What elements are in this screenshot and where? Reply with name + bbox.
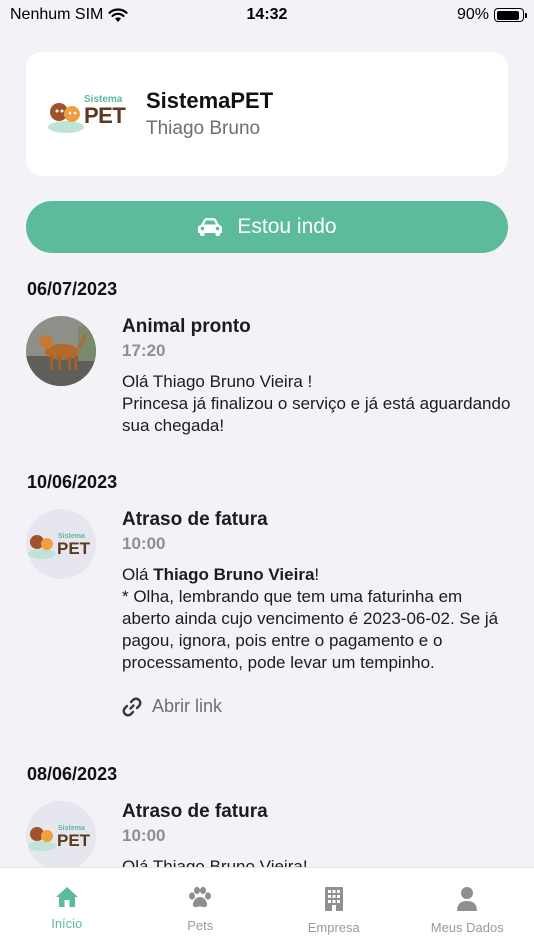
logo-text-main: PET (84, 103, 126, 128)
notification-feed[interactable]: 06/07/2023 Animal pronto 17:20 Olá Thiag… (0, 270, 534, 867)
notification-time: 10:00 (122, 826, 166, 845)
carrier-label: Nenhum SIM (10, 6, 104, 23)
tab-empresa-label: Empresa (307, 920, 360, 935)
open-link-label: Abrir link (152, 696, 223, 716)
notification-message: Olá Thiago Bruno Vieira ! Princesa já fi… (122, 372, 511, 435)
home-icon (55, 887, 78, 907)
link-icon (122, 697, 142, 716)
paw-icon (189, 886, 212, 908)
notification-message: Olá Thiago Bruno Vieira! (122, 857, 308, 867)
sistemapet-logo-icon: Sistema PET (28, 825, 91, 851)
sistemapet-logo: Sistema PET (46, 94, 130, 134)
company-info: SistemaPET Thiago Bruno (146, 88, 273, 140)
notification-content: Animal pronto 17:20 Olá Thiago Bruno Vie… (122, 316, 512, 437)
building-icon (324, 887, 343, 911)
battery-icon (494, 8, 527, 22)
svg-text:PET: PET (57, 831, 91, 850)
tab-pets-label: Pets (187, 918, 214, 933)
estou-indo-label: Estou indo (237, 215, 337, 238)
notification-content: Atraso de fatura 10:00 Olá Thiago Bruno … (122, 801, 512, 867)
sistemapet-avatar: Sistema PET (26, 801, 96, 867)
message-bold-name: Thiago Bruno Vieira (153, 565, 315, 584)
notification-content: Atraso de fatura 10:00 Olá Thiago Bruno … (122, 509, 512, 717)
notification-title: Atraso de fatura (122, 801, 268, 822)
estou-indo-button[interactable]: Estou indo (26, 201, 508, 253)
battery-percent: 90% (456, 6, 489, 23)
date-heading: 06/07/2023 (27, 279, 118, 299)
tab-inicio-label: Início (51, 916, 83, 931)
message-prefix: Olá (122, 565, 154, 584)
open-link-button[interactable]: Abrir link (122, 696, 512, 717)
status-bar: Nenhum SIM 14:32 90% (0, 0, 534, 30)
user-name: Thiago Bruno (146, 118, 261, 139)
dog-avatar (26, 316, 96, 386)
user-icon (457, 887, 478, 911)
wifi-icon (108, 7, 128, 22)
dog-photo-icon (26, 316, 96, 386)
svg-text:PET: PET (57, 539, 91, 558)
status-right: 90% (456, 6, 527, 24)
car-icon (198, 218, 223, 236)
notification-item[interactable]: Sistema PET Atraso de fatura 10:00 Olá T… (0, 509, 534, 717)
notification-message: Olá Thiago Bruno Vieira! * Olha, lembran… (122, 564, 512, 674)
status-left: Nenhum SIM (10, 6, 128, 24)
date-heading: 10/06/2023 (27, 472, 118, 492)
notification-item[interactable]: Sistema PET Atraso de fatura 10:00 Olá T… (0, 801, 534, 867)
tab-inicio[interactable]: Início (0, 868, 134, 950)
company-name: SistemaPET (146, 88, 274, 113)
notification-item[interactable]: Animal pronto 17:20 Olá Thiago Bruno Vie… (0, 316, 534, 437)
sistemapet-avatar: Sistema PET (26, 509, 96, 579)
company-card: Sistema PET SistemaPET Thiago Bruno (26, 52, 508, 176)
tab-meus-dados-label: Meus Dados (430, 920, 504, 935)
notification-title: Atraso de fatura (122, 509, 268, 530)
tab-empresa[interactable]: Empresa (267, 868, 401, 950)
notification-time: 17:20 (122, 341, 166, 360)
sistemapet-logo-icon: Sistema PET (28, 533, 91, 559)
date-heading: 08/06/2023 (27, 764, 118, 784)
notification-title: Animal pronto (122, 316, 251, 337)
battery-fill (496, 10, 519, 20)
tab-pets[interactable]: Pets (134, 868, 268, 950)
tab-meus-dados[interactable]: Meus Dados (401, 868, 534, 950)
pets-logo-icon (48, 103, 84, 133)
notification-time: 10:00 (122, 534, 166, 553)
tab-bar: Início Pets Empresa Meus Dados (0, 867, 534, 950)
